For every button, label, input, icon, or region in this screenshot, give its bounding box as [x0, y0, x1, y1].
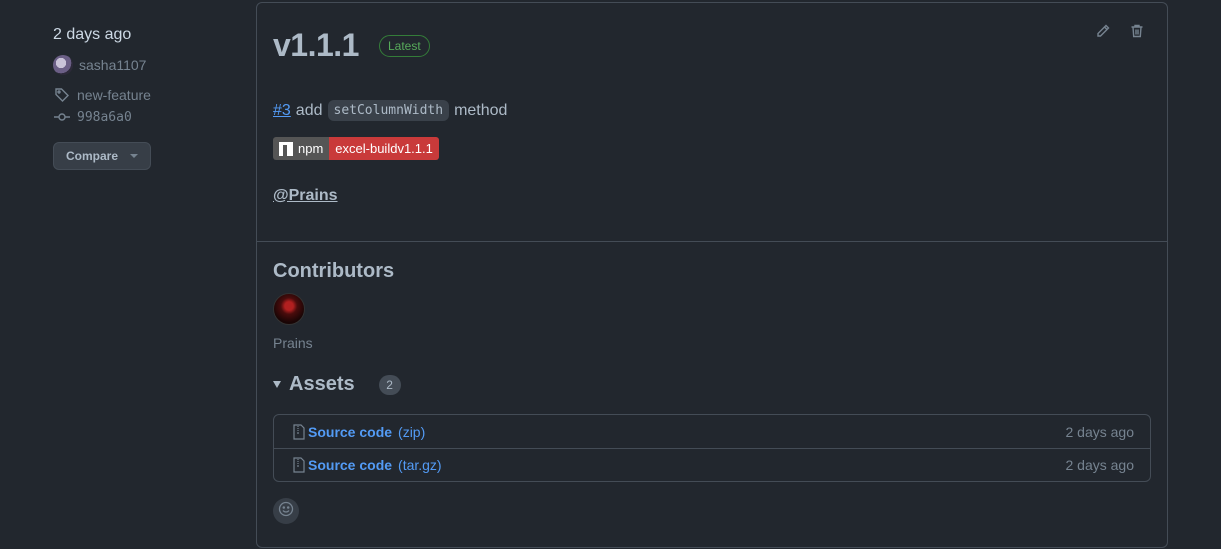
compare-label: Compare [66, 149, 119, 163]
release-actions [1095, 23, 1145, 39]
contributors-title: Contributors [273, 260, 395, 282]
asset-ext[interactable]: (tar.gz) [398, 457, 442, 473]
release-page: 2 days ago sasha1107 new-feature 998a6a0… [0, 0, 1221, 549]
inline-code: setColumnWidth [327, 100, 450, 121]
assets-list: Source code (zip) 2 days ago Source code [273, 414, 1151, 482]
tag-row[interactable]: new-feature [53, 84, 233, 106]
asset-item[interactable]: Source code (zip) 2 days ago [274, 415, 1150, 448]
trash-icon[interactable] [1129, 23, 1145, 39]
author-name[interactable]: sasha1107 [79, 57, 146, 73]
file-zip-icon [292, 457, 306, 473]
tag-name[interactable]: new-feature [77, 87, 151, 103]
asset-name[interactable]: Source code [308, 424, 392, 440]
release-body: v1.1.1 Latest #3 add setColumnWidth meth… [257, 3, 1167, 242]
asset-date: 2 days ago [1065, 457, 1135, 473]
commit-sha[interactable]: 998a6a0 [77, 110, 132, 125]
release-footer: Contributors Prains Assets 2 Source code… [257, 242, 1167, 524]
asset-ext[interactable]: (zip) [398, 424, 425, 440]
smiley-icon [278, 501, 294, 522]
compare-button[interactable]: Compare [53, 142, 152, 170]
assets-title: Assets [289, 373, 355, 395]
npm-badge-left: npm [273, 137, 330, 160]
asset-date: 2 days ago [1065, 423, 1135, 440]
user-mention[interactable]: @Prains [273, 187, 338, 205]
npm-version-badge[interactable]: npm excel-buildv1.1.1 [273, 137, 439, 160]
author-avatar[interactable] [53, 55, 73, 75]
description-text-before: add [295, 101, 323, 119]
release-card: v1.1.1 Latest #3 add setColumnWidth meth… [256, 2, 1168, 548]
release-date: 2 days ago [53, 26, 132, 43]
issue-link[interactable]: #3 [273, 102, 291, 120]
npm-badge-version: excel-buildv1.1.1 [329, 137, 439, 160]
pencil-icon[interactable] [1095, 23, 1111, 39]
contributor-avatar[interactable] [273, 293, 305, 325]
latest-badge: Latest [378, 34, 430, 57]
assets-count-badge: 2 [378, 374, 401, 395]
author-row[interactable]: sasha1107 [53, 54, 233, 76]
asset-name[interactable]: Source code [308, 457, 392, 473]
commit-row[interactable]: 998a6a0 [53, 106, 233, 128]
add-reaction-button[interactable] [273, 498, 299, 524]
release-header: v1.1.1 Latest [273, 27, 1151, 64]
tag-icon [53, 87, 71, 103]
git-commit-icon [53, 109, 71, 125]
assets-toggle[interactable]: Assets 2 [273, 373, 1151, 396]
contributor-name: Prains [273, 335, 313, 351]
chevron-down-icon [130, 154, 139, 158]
asset-item[interactable]: Source code (tar.gz) 2 days ago [274, 448, 1150, 481]
triangle-down-icon [273, 381, 281, 388]
asset-link[interactable]: Source code (tar.gz) [292, 457, 442, 473]
npm-badge-label: npm [298, 141, 324, 156]
release-meta: 2 days ago sasha1107 new-feature 998a6a0… [53, 26, 233, 170]
file-zip-icon [292, 423, 306, 440]
npm-logo-icon [279, 141, 293, 156]
release-title[interactable]: v1.1.1 [273, 27, 359, 64]
asset-link[interactable]: Source code (zip) [292, 424, 425, 440]
release-description: #3 add setColumnWidth method [273, 100, 1151, 121]
description-text-after: method [454, 101, 508, 119]
